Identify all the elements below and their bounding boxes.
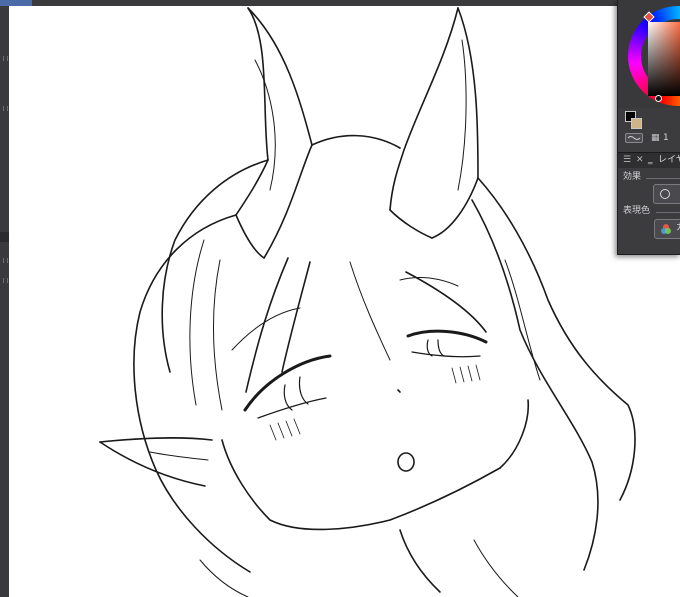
section-divider bbox=[646, 178, 680, 179]
minimize-icon[interactable]: ‗ bbox=[648, 155, 653, 166]
drag-grip-icon[interactable] bbox=[3, 56, 8, 61]
effect-section-label: 効果 bbox=[623, 172, 642, 182]
drawing-canvas[interactable] bbox=[9, 6, 680, 597]
color-button-label: カラ bbox=[676, 223, 680, 234]
section-divider bbox=[656, 212, 680, 213]
swap-colors-icon[interactable] bbox=[625, 133, 643, 143]
sv-marker[interactable] bbox=[655, 95, 662, 102]
saturation-value-square[interactable] bbox=[648, 22, 680, 96]
effect-toggle-button[interactable] bbox=[653, 184, 680, 204]
effect-ring-icon bbox=[660, 189, 670, 199]
expression-color-label: 表現色 bbox=[623, 206, 651, 216]
panel-menu-icon[interactable]: ☰ bbox=[623, 155, 631, 166]
color-wheel-palette bbox=[618, 0, 680, 108]
background-color-swatch[interactable] bbox=[631, 118, 642, 129]
paint-app-window: ▦ 1 ☰ ✕ ‗ レイヤ 効果 表現色 カラ bbox=[0, 0, 680, 597]
line-art-illustration bbox=[99, 7, 636, 597]
floating-palette-panel: ▦ 1 ☰ ✕ ‗ レイヤ 効果 表現色 カラ bbox=[617, 0, 680, 255]
expression-color-button[interactable]: カラ bbox=[654, 219, 680, 239]
drag-grip-icon[interactable] bbox=[3, 258, 8, 263]
close-icon[interactable]: ✕ bbox=[636, 155, 644, 166]
drag-grip-icon[interactable] bbox=[3, 278, 8, 283]
strip-divider bbox=[0, 232, 9, 242]
color-mode-icon bbox=[661, 224, 671, 234]
grid-icon[interactable]: ▦ bbox=[651, 134, 660, 143]
layer-panel-title: レイヤ bbox=[658, 155, 680, 165]
tool-strip bbox=[0, 6, 9, 597]
color-selector-value: 1 bbox=[663, 133, 669, 143]
drag-grip-icon[interactable] bbox=[3, 106, 8, 111]
layer-property-header: ☰ ✕ ‗ レイヤ bbox=[618, 152, 680, 168]
